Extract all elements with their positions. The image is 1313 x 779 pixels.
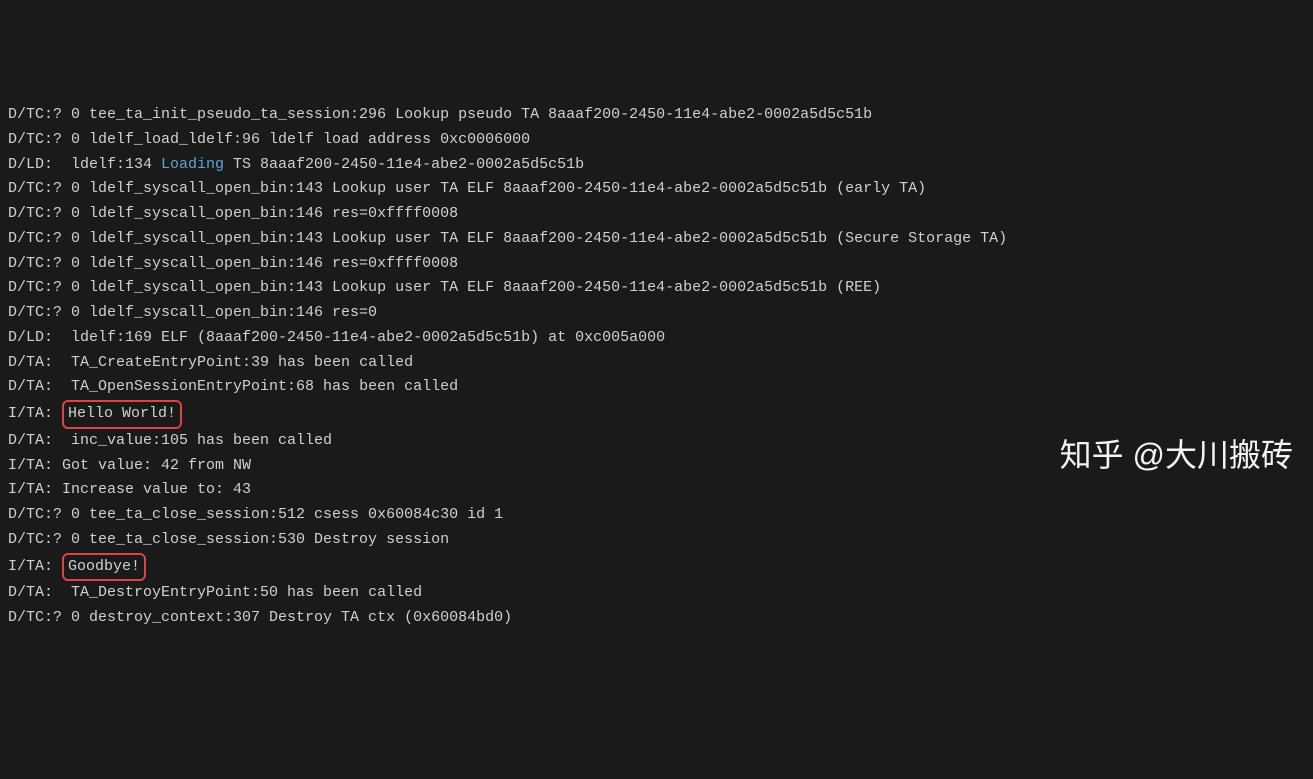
log-text: ldelf_load_ldelf:96 ldelf load address 0… — [89, 131, 530, 148]
log-text: ldelf_syscall_open_bin:143 Lookup user T… — [89, 279, 881, 296]
log-prefix: D/TC:? 0 — [8, 279, 89, 296]
log-prefix: D/TC:? 0 — [8, 531, 89, 548]
log-text: destroy_context:307 Destroy TA ctx (0x60… — [89, 609, 512, 626]
log-line: D/TA: TA_OpenSessionEntryPoint:68 has be… — [8, 375, 1305, 400]
log-line: I/TA: Hello World! — [8, 400, 1305, 429]
log-prefix: I/TA: — [8, 405, 62, 422]
log-line: D/TC:? 0 destroy_context:307 Destroy TA … — [8, 606, 1305, 631]
log-prefix: D/TC:? 0 — [8, 131, 89, 148]
log-text: ldelf_syscall_open_bin:143 Lookup user T… — [89, 180, 926, 197]
log-prefix: D/TC:? 0 — [8, 255, 89, 272]
log-line: D/TC:? 0 ldelf_syscall_open_bin:146 res=… — [8, 202, 1305, 227]
log-highlight-box: Hello World! — [62, 400, 182, 429]
log-text: ldelf_syscall_open_bin:146 res=0xffff000… — [89, 205, 458, 222]
log-prefix: D/TC:? 0 — [8, 106, 89, 123]
log-text: tee_ta_close_session:530 Destroy session — [89, 531, 449, 548]
log-text: TA_OpenSessionEntryPoint:68 has been cal… — [71, 378, 458, 395]
log-line: D/TC:? 0 ldelf_syscall_open_bin:146 res=… — [8, 252, 1305, 277]
log-text: tee_ta_close_session:512 csess 0x60084c3… — [89, 506, 503, 523]
log-prefix: D/TC:? 0 — [8, 230, 89, 247]
log-line: D/TC:? 0 ldelf_syscall_open_bin:146 res=… — [8, 301, 1305, 326]
log-prefix: I/TA: — [8, 481, 62, 498]
log-text: ldelf:169 ELF (8aaaf200-2450-11e4-abe2-0… — [71, 329, 665, 346]
log-line: D/TA: TA_DestroyEntryPoint:50 has been c… — [8, 581, 1305, 606]
log-text: ldelf:134 — [71, 156, 161, 173]
log-line: D/TC:? 0 tee_ta_close_session:530 Destro… — [8, 528, 1305, 553]
log-line: D/TC:? 0 tee_ta_close_session:512 csess … — [8, 503, 1305, 528]
log-line: D/TC:? 0 ldelf_syscall_open_bin:143 Look… — [8, 177, 1305, 202]
log-text: TA_CreateEntryPoint:39 has been called — [71, 354, 413, 371]
log-highlight: Loading — [161, 156, 224, 173]
log-line: D/TC:? 0 ldelf_load_ldelf:96 ldelf load … — [8, 128, 1305, 153]
log-prefix: D/TC:? 0 — [8, 180, 89, 197]
log-prefix: D/LD: — [8, 156, 71, 173]
terminal-output: D/TC:? 0 tee_ta_init_pseudo_ta_session:2… — [8, 103, 1305, 631]
log-text: tee_ta_init_pseudo_ta_session:296 Lookup… — [89, 106, 872, 123]
log-prefix: I/TA: — [8, 558, 62, 575]
watermark-text: 知乎 @大川搬砖 — [1060, 429, 1293, 482]
log-prefix: D/LD: — [8, 329, 71, 346]
log-line: D/TA: TA_CreateEntryPoint:39 has been ca… — [8, 351, 1305, 376]
log-line: D/TC:? 0 tee_ta_init_pseudo_ta_session:2… — [8, 103, 1305, 128]
log-text: TA_DestroyEntryPoint:50 has been called — [71, 584, 422, 601]
log-text: Increase value to: 43 — [62, 481, 251, 498]
log-text: inc_value:105 has been called — [71, 432, 332, 449]
log-text: ldelf_syscall_open_bin:146 res=0 — [89, 304, 377, 321]
log-line: D/LD: ldelf:169 ELF (8aaaf200-2450-11e4-… — [8, 326, 1305, 351]
log-text: Got value: 42 from NW — [62, 457, 251, 474]
log-prefix: D/TA: — [8, 584, 71, 601]
log-prefix: D/TA: — [8, 432, 71, 449]
log-prefix: D/TA: — [8, 378, 71, 395]
log-line: I/TA: Goodbye! — [8, 553, 1305, 582]
log-prefix: D/TA: — [8, 354, 71, 371]
log-highlight-box: Goodbye! — [62, 553, 146, 582]
log-text: TS 8aaaf200-2450-11e4-abe2-0002a5d5c51b — [224, 156, 584, 173]
log-line: D/TC:? 0 ldelf_syscall_open_bin:143 Look… — [8, 227, 1305, 252]
log-prefix: D/TC:? 0 — [8, 609, 89, 626]
log-prefix: D/TC:? 0 — [8, 205, 89, 222]
log-text: ldelf_syscall_open_bin:146 res=0xffff000… — [89, 255, 458, 272]
log-line: D/LD: ldelf:134 Loading TS 8aaaf200-2450… — [8, 153, 1305, 178]
log-prefix: D/TC:? 0 — [8, 506, 89, 523]
log-text: ldelf_syscall_open_bin:143 Lookup user T… — [89, 230, 1007, 247]
log-prefix: I/TA: — [8, 457, 62, 474]
log-prefix: D/TC:? 0 — [8, 304, 89, 321]
log-line: D/TC:? 0 ldelf_syscall_open_bin:143 Look… — [8, 276, 1305, 301]
